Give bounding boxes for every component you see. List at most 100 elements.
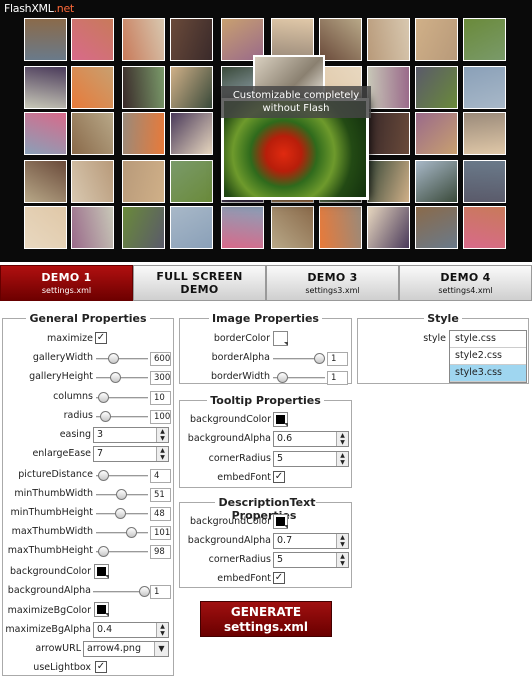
description-background-color-picker[interactable] bbox=[273, 514, 288, 529]
chevron-down-icon[interactable]: ▼ bbox=[154, 642, 168, 656]
background-alpha-slider[interactable] bbox=[93, 585, 150, 599]
max-thumb-height-slider[interactable] bbox=[96, 545, 148, 559]
slider-knob[interactable] bbox=[115, 508, 126, 519]
slider-knob[interactable] bbox=[110, 372, 121, 383]
gallery-thumbnail[interactable] bbox=[415, 160, 458, 203]
tooltip-background-color-picker[interactable] bbox=[273, 412, 288, 427]
gallery-thumbnail[interactable] bbox=[367, 66, 410, 109]
gallery-thumbnail[interactable] bbox=[463, 66, 506, 109]
gallery-thumbnail[interactable] bbox=[367, 112, 410, 155]
border-alpha-value[interactable]: 1 bbox=[327, 352, 348, 366]
gallery-thumbnail[interactable] bbox=[71, 18, 114, 61]
style-listbox[interactable]: style.css style2.css style3.css bbox=[449, 330, 527, 383]
radius-value[interactable]: 100 bbox=[150, 410, 171, 424]
border-alpha-slider[interactable] bbox=[273, 352, 325, 366]
enlarge-ease-stepper[interactable]: 7 ▲ ▼ bbox=[93, 446, 169, 462]
stepper-arrows-icon[interactable]: ▲ ▼ bbox=[156, 428, 168, 442]
slider-knob[interactable] bbox=[98, 470, 109, 481]
tab-demo-4[interactable]: DEMO 4 settings4.xml bbox=[399, 265, 532, 301]
tooltip-embed-font-checkbox[interactable]: ✓ bbox=[273, 471, 285, 483]
easing-stepper[interactable]: 3 ▲ ▼ bbox=[93, 427, 169, 443]
gallery-thumbnail[interactable] bbox=[122, 206, 165, 249]
gallery-thumbnail[interactable] bbox=[170, 112, 213, 155]
max-thumb-width-slider[interactable] bbox=[96, 526, 148, 540]
tab-demo-1[interactable]: DEMO 1 settings.xml bbox=[0, 265, 133, 301]
border-width-slider[interactable] bbox=[273, 371, 325, 385]
gallery-thumbnail[interactable] bbox=[122, 66, 165, 109]
gallery-thumbnail[interactable] bbox=[24, 160, 67, 203]
arrow-url-select[interactable]: arrow4.png ▼ bbox=[83, 641, 169, 657]
gallery-thumbnail[interactable] bbox=[415, 18, 458, 61]
gallery-thumbnail[interactable] bbox=[415, 112, 458, 155]
min-thumb-width-value[interactable]: 51 bbox=[150, 488, 171, 502]
gallery-thumbnail[interactable] bbox=[170, 206, 213, 249]
slider-knob[interactable] bbox=[100, 411, 111, 422]
gallery-thumbnail[interactable] bbox=[122, 160, 165, 203]
slider-knob[interactable] bbox=[139, 586, 150, 597]
gallery-thumbnail[interactable] bbox=[170, 18, 213, 61]
description-embed-font-checkbox[interactable]: ✓ bbox=[273, 572, 285, 584]
min-thumb-width-slider[interactable] bbox=[96, 488, 148, 502]
slider-knob[interactable] bbox=[277, 372, 288, 383]
use-lightbox-checkbox[interactable]: ✓ bbox=[95, 661, 107, 673]
description-background-alpha-stepper[interactable]: 0.7 ▲ ▼ bbox=[273, 533, 349, 549]
gallery-thumbnail[interactable] bbox=[271, 206, 314, 249]
gallery-height-value[interactable]: 300 bbox=[150, 371, 171, 385]
maximize-bg-alpha-stepper[interactable]: 0.4 ▲ ▼ bbox=[93, 622, 169, 638]
tooltip-corner-radius-stepper[interactable]: 5 ▲ ▼ bbox=[273, 451, 349, 467]
gallery-thumbnail[interactable] bbox=[463, 18, 506, 61]
maximize-checkbox[interactable]: ✓ bbox=[95, 332, 107, 344]
slider-knob[interactable] bbox=[314, 353, 325, 364]
gallery-thumbnail[interactable] bbox=[463, 112, 506, 155]
gallery-height-slider[interactable] bbox=[96, 371, 148, 385]
columns-value[interactable]: 10 bbox=[150, 391, 171, 405]
gallery-thumbnail[interactable] bbox=[24, 66, 67, 109]
tooltip-background-alpha-stepper[interactable]: 0.6 ▲ ▼ bbox=[273, 431, 349, 447]
gallery-thumbnail[interactable] bbox=[367, 206, 410, 249]
gallery-thumbnail[interactable] bbox=[24, 18, 67, 61]
description-corner-radius-stepper[interactable]: 5 ▲ ▼ bbox=[273, 552, 349, 568]
generate-button[interactable]: GENERATE settings.xml bbox=[200, 601, 332, 637]
gallery-width-value[interactable]: 600 bbox=[150, 352, 171, 366]
stepper-arrows-icon[interactable]: ▲ ▼ bbox=[336, 432, 348, 446]
gallery-thumbnail[interactable] bbox=[24, 206, 67, 249]
gallery-thumbnail[interactable] bbox=[319, 18, 362, 61]
gallery-thumbnail[interactable] bbox=[415, 66, 458, 109]
logo[interactable]: FlashXML.net bbox=[4, 2, 74, 15]
background-color-picker[interactable] bbox=[94, 564, 109, 579]
gallery-thumbnail[interactable] bbox=[170, 66, 213, 109]
gallery-thumbnail[interactable] bbox=[415, 206, 458, 249]
slider-knob[interactable] bbox=[116, 489, 127, 500]
gallery-thumbnail[interactable] bbox=[367, 160, 410, 203]
stepper-arrows-icon[interactable]: ▲ ▼ bbox=[336, 553, 348, 567]
gallery-thumbnail[interactable] bbox=[463, 160, 506, 203]
gallery-thumbnail[interactable] bbox=[24, 112, 67, 155]
list-item-selected[interactable]: style3.css bbox=[450, 365, 526, 382]
maximize-bg-color-picker[interactable] bbox=[94, 602, 109, 617]
gallery-thumbnail[interactable] bbox=[122, 112, 165, 155]
gallery-thumbnail[interactable] bbox=[71, 206, 114, 249]
slider-knob[interactable] bbox=[126, 527, 137, 538]
min-thumb-height-slider[interactable] bbox=[96, 507, 148, 521]
gallery-thumbnail[interactable] bbox=[71, 66, 114, 109]
slider-knob[interactable] bbox=[108, 353, 119, 364]
columns-slider[interactable] bbox=[96, 391, 148, 405]
gallery-thumbnail[interactable] bbox=[71, 112, 114, 155]
max-thumb-width-value[interactable]: 101 bbox=[150, 526, 171, 540]
gallery-thumbnail[interactable] bbox=[71, 160, 114, 203]
picture-distance-slider[interactable] bbox=[96, 469, 148, 483]
gallery-thumbnail[interactable] bbox=[367, 18, 410, 61]
stepper-arrows-icon[interactable]: ▲ ▼ bbox=[336, 534, 348, 548]
background-alpha-value[interactable]: 1 bbox=[150, 585, 171, 599]
max-thumb-height-value[interactable]: 98 bbox=[150, 545, 171, 559]
tab-demo-3[interactable]: DEMO 3 settings3.xml bbox=[266, 265, 399, 301]
min-thumb-height-value[interactable]: 48 bbox=[150, 507, 171, 521]
picture-distance-value[interactable]: 4 bbox=[150, 469, 171, 483]
slider-knob[interactable] bbox=[98, 546, 109, 557]
radius-slider[interactable] bbox=[96, 410, 148, 424]
list-item[interactable]: style2.css bbox=[450, 348, 526, 365]
stepper-arrows-icon[interactable]: ▲ ▼ bbox=[156, 447, 168, 461]
tab-full-screen-demo[interactable]: FULL SCREEN DEMO bbox=[133, 265, 266, 301]
border-width-value[interactable]: 1 bbox=[327, 371, 348, 385]
gallery-width-slider[interactable] bbox=[96, 352, 148, 366]
